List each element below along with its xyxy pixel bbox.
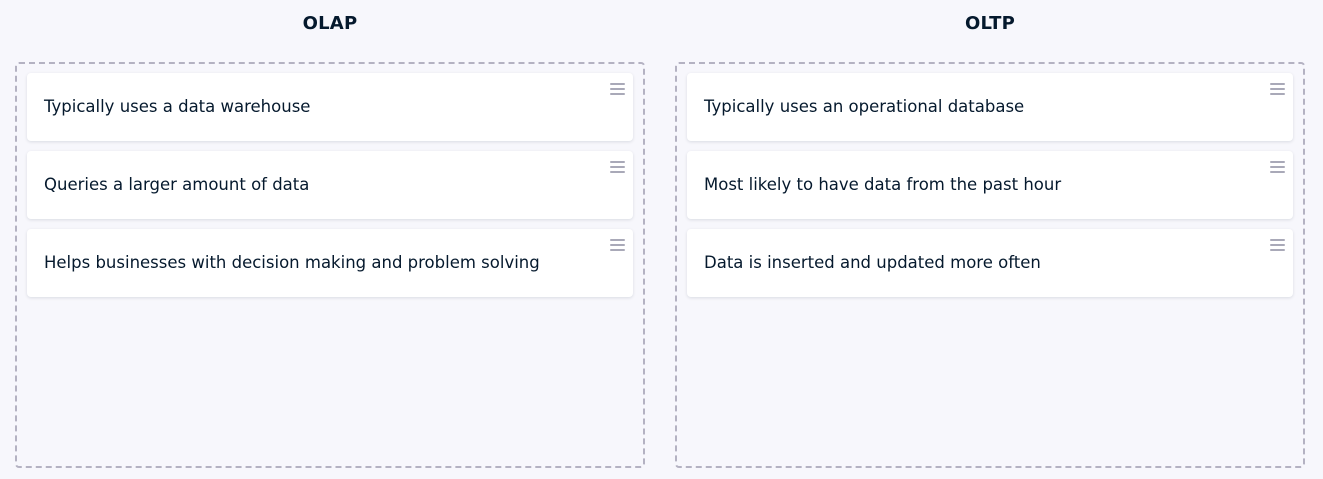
column-oltp: OLTP Typically uses an operational datab… <box>675 0 1305 468</box>
drag-handle-icon[interactable] <box>1270 161 1285 173</box>
drag-handle-icon[interactable] <box>610 161 625 173</box>
drag-handle-icon[interactable] <box>610 83 625 95</box>
card-text: Queries a larger amount of data <box>44 175 310 194</box>
draggable-card[interactable]: Most likely to have data from the past h… <box>687 151 1293 219</box>
column-title-olap: OLAP <box>302 13 358 34</box>
drag-handle-icon[interactable] <box>610 239 625 251</box>
card-text: Typically uses an operational database <box>704 97 1025 116</box>
draggable-card[interactable]: Helps businesses with decision making an… <box>27 229 633 297</box>
draggable-card[interactable]: Typically uses an operational database <box>687 73 1293 141</box>
drag-handle-icon[interactable] <box>1270 239 1285 251</box>
column-title-oltp: OLTP <box>964 13 1016 34</box>
card-text: Typically uses a data warehouse <box>44 97 311 116</box>
drag-drop-board: OLAP Typically uses a data warehouse Que… <box>0 0 1323 479</box>
dropzone-olap[interactable]: Typically uses a data warehouse Queries … <box>15 62 645 468</box>
card-text: Helps businesses with decision making an… <box>44 253 540 272</box>
column-olap: OLAP Typically uses a data warehouse Que… <box>15 0 645 468</box>
card-text: Most likely to have data from the past h… <box>704 175 1062 194</box>
dropzone-oltp[interactable]: Typically uses an operational database M… <box>675 62 1305 468</box>
draggable-card[interactable]: Typically uses a data warehouse <box>27 73 633 141</box>
draggable-card[interactable]: Queries a larger amount of data <box>27 151 633 219</box>
card-text: Data is inserted and updated more often <box>704 253 1041 272</box>
drag-handle-icon[interactable] <box>1270 83 1285 95</box>
draggable-card[interactable]: Data is inserted and updated more often <box>687 229 1293 297</box>
